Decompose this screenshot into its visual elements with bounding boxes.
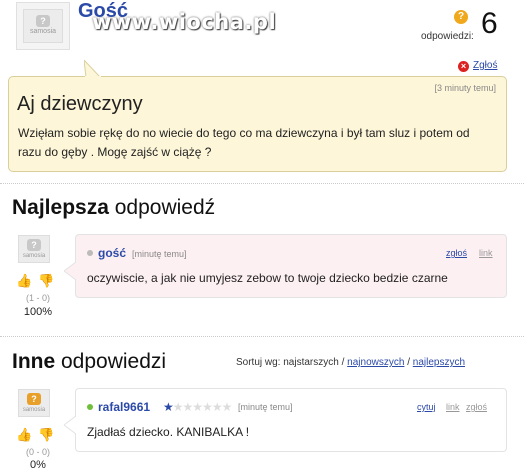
- avatar-label: samosia: [22, 253, 46, 259]
- question-time: [3 minuty temu]: [434, 83, 496, 93]
- avatar-placeholder: ? samosia: [18, 235, 50, 263]
- other-answers-heading: Inne odpowiedzi: [12, 350, 166, 374]
- author-name[interactable]: rafal9661: [98, 400, 150, 414]
- best-answer-time: [minutę temu]: [132, 249, 187, 259]
- best-answer-text: oczywiscie, a jak nie umyjesz zebow to t…: [87, 271, 448, 285]
- report-label: Zgłoś: [473, 60, 498, 71]
- star-icon: ★: [221, 400, 233, 414]
- star-icon: ★: [182, 400, 194, 414]
- answer-votes: (0 - 0): [25, 447, 50, 457]
- other-heading-rest: odpowiedzi: [55, 350, 167, 373]
- answer-author[interactable]: rafal9661: [87, 400, 150, 414]
- question-avatar: ? samosia: [16, 2, 70, 50]
- best-permalink[interactable]: link: [479, 248, 493, 258]
- question-box: [3 minuty temu] Aj dziewczyny Wzięłam so…: [8, 76, 507, 172]
- avatar-label: samosia: [29, 28, 57, 35]
- best-report-link[interactable]: zgłoś: [446, 248, 467, 258]
- answer-permalink[interactable]: link: [446, 402, 460, 412]
- answer-avatar: ? samosia: [15, 389, 53, 417]
- best-answer-avatar: ? samosia: [15, 235, 53, 263]
- best-answer-author[interactable]: gość [minutę temu]: [87, 246, 187, 260]
- answers-count: 6: [481, 7, 498, 40]
- thumb-down-icon[interactable]: 👎: [38, 274, 54, 288]
- best-heading-rest: odpowiedź: [108, 196, 216, 219]
- answer-text: Zjadłaś dziecko. KANIBALKA !: [87, 425, 250, 439]
- question-bubble-tail: [84, 60, 101, 77]
- author-name[interactable]: gość: [98, 246, 126, 260]
- answers-icon: ?: [454, 10, 468, 24]
- sort-options: Sortuj wg: najstarszych / najnowszych / …: [236, 357, 465, 368]
- sort-newest-link[interactable]: najnowszych: [347, 357, 404, 368]
- best-answer-votes: (1 - 0): [25, 293, 50, 303]
- report-icon: ×: [458, 61, 469, 72]
- online-status-icon: [87, 404, 93, 410]
- thumb-up-icon[interactable]: 👍: [16, 428, 32, 442]
- report-question-link[interactable]: × Zgłoś: [458, 60, 497, 72]
- answer-report-link[interactable]: zgłoś: [466, 402, 487, 412]
- answer-time: [minutę temu]: [238, 402, 293, 412]
- quote-link[interactable]: cytuj: [417, 402, 436, 412]
- star-icon: ★: [211, 400, 223, 414]
- sort-separator: /: [404, 357, 413, 368]
- site-watermark: www.wiocha.pl: [92, 10, 277, 34]
- sort-label: Sortuj wg: najstarszych /: [236, 357, 348, 368]
- answer-box: rafal9661 ★★★★★★★ [minutę temu] cytuj li…: [75, 388, 507, 452]
- answers-label: odpowiedzi:: [421, 31, 474, 42]
- star-icon: ★: [192, 400, 203, 414]
- answer-percent: 0%: [30, 459, 46, 471]
- star-icon: ★: [202, 400, 213, 414]
- question-title: Aj dziewczyny: [17, 93, 143, 115]
- best-answer-box: gość [minutę temu] zgłoś link oczywiscie,…: [75, 234, 507, 298]
- section-divider: [0, 183, 524, 184]
- best-answer-bubble-tail: [64, 262, 76, 280]
- avatar-placeholder: ? samosia: [18, 389, 50, 417]
- best-answer-percent: 100%: [23, 306, 53, 318]
- best-answer-heading: Najlepsza odpowiedź: [12, 196, 215, 220]
- star-icon: ★: [163, 400, 174, 414]
- other-heading-bold: Inne: [12, 350, 56, 373]
- sort-best-link[interactable]: najlepszych: [413, 357, 465, 368]
- section-divider: [0, 336, 524, 337]
- answer-bubble-tail: [64, 416, 76, 434]
- question-body: Wzięłam sobie rękę do no wiecie do tego …: [18, 126, 470, 159]
- thumb-up-icon[interactable]: 👍: [16, 274, 32, 288]
- question-mark-icon: ?: [36, 15, 50, 27]
- thumb-down-icon[interactable]: 👎: [38, 428, 54, 442]
- best-heading-bold: Najlepsza: [12, 196, 109, 219]
- avatar-placeholder: ? samosia: [23, 9, 63, 43]
- status-dot-icon: [87, 250, 93, 256]
- rating-stars: ★★★★★★★: [163, 400, 233, 414]
- avatar-label: samosia: [22, 407, 46, 413]
- question-mark-icon: ?: [27, 393, 41, 405]
- question-mark-icon: ?: [27, 239, 41, 251]
- star-icon: ★: [172, 400, 184, 414]
